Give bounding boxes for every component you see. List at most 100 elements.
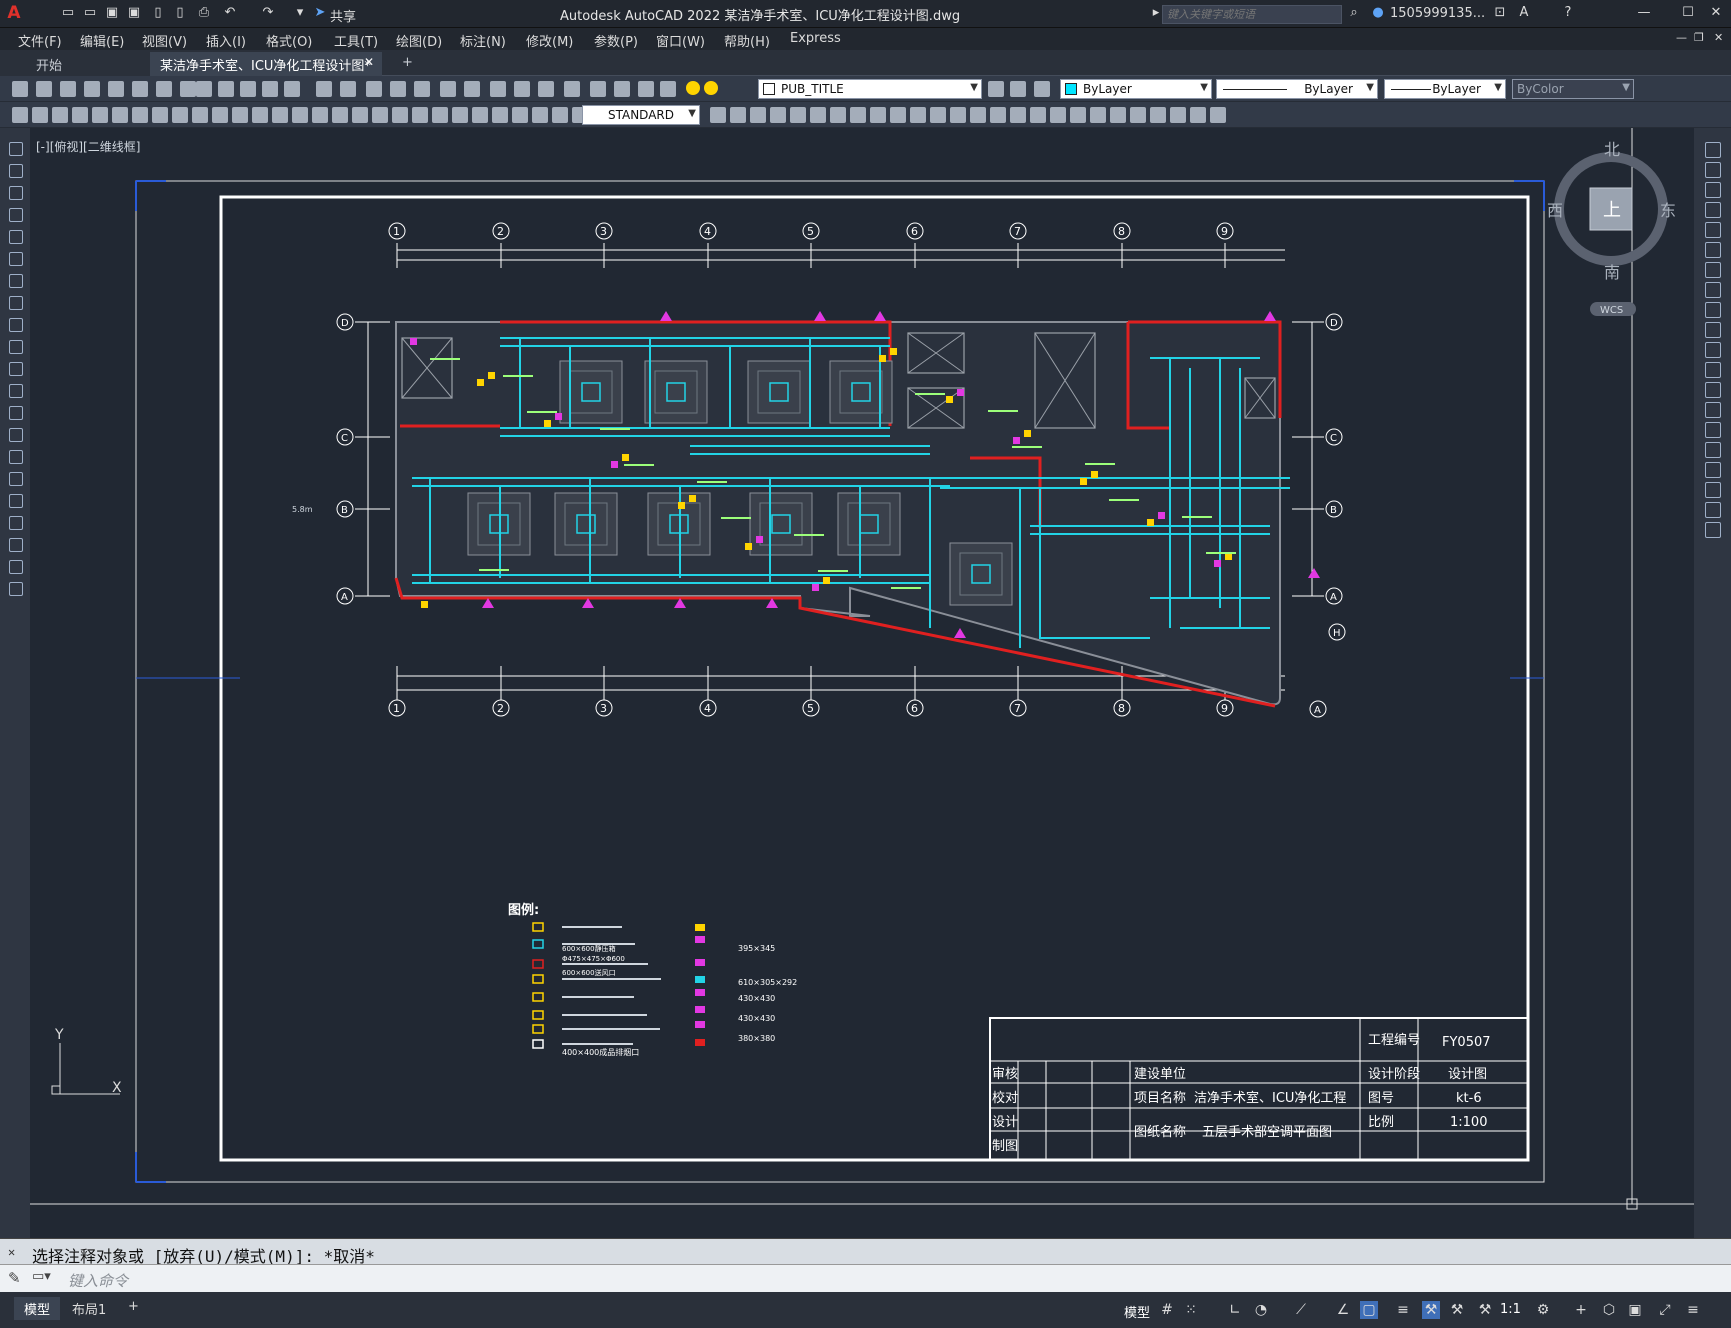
ortho-icon[interactable]: ∟ bbox=[1226, 1301, 1244, 1319]
toolbar-tool-icon[interactable] bbox=[440, 81, 456, 97]
compass-east[interactable]: 东 bbox=[1660, 201, 1676, 220]
customize-icon[interactable]: ▾ bbox=[292, 5, 308, 21]
toolbar-tool-icon[interactable] bbox=[32, 107, 48, 123]
toolbar-tool-icon[interactable] bbox=[614, 81, 630, 97]
annotation-scale[interactable]: 1:1 bbox=[1500, 1302, 1521, 1317]
toolbar-tool-icon[interactable] bbox=[590, 81, 606, 97]
modify-tool-icon[interactable] bbox=[1705, 462, 1721, 478]
tab-active-drawing[interactable]: 某洁净手术室、ICU净化工程设计图* ✕ bbox=[150, 52, 382, 76]
tab-close-icon[interactable]: ✕ bbox=[364, 55, 374, 69]
modify-tool-icon[interactable] bbox=[1705, 482, 1721, 498]
toolbar-tool-icon[interactable] bbox=[1034, 81, 1050, 97]
toolbar-tool-icon[interactable] bbox=[12, 107, 28, 123]
draw-tool-icon[interactable] bbox=[9, 274, 23, 288]
draw-tool-icon[interactable] bbox=[9, 450, 23, 464]
modify-tool-icon[interactable] bbox=[1705, 162, 1721, 178]
toolbar-tool-icon[interactable] bbox=[132, 107, 148, 123]
modify-tool-icon[interactable] bbox=[1705, 282, 1721, 298]
toolbar-tool-icon[interactable] bbox=[252, 107, 268, 123]
toolbar-tool-icon[interactable] bbox=[412, 107, 428, 123]
toolbar-tool-icon[interactable] bbox=[108, 81, 124, 97]
tab-start[interactable]: 开始 bbox=[0, 52, 150, 76]
toolbar-tool-icon[interactable] bbox=[432, 107, 448, 123]
text-style-select[interactable]: STANDARD ▼ bbox=[582, 105, 700, 125]
draw-tool-icon[interactable] bbox=[9, 318, 23, 332]
toolbar-tool-icon[interactable] bbox=[490, 81, 506, 97]
maximize-icon[interactable]: ☐ bbox=[1680, 5, 1696, 21]
snap-icon[interactable]: ⁙ bbox=[1182, 1301, 1200, 1319]
toolbar-tool-icon[interactable] bbox=[366, 81, 382, 97]
draw-tool-icon[interactable] bbox=[9, 208, 23, 222]
modify-tool-icon[interactable] bbox=[1705, 502, 1721, 518]
layout-add-icon[interactable]: + bbox=[118, 1297, 149, 1316]
toolbar-tool-icon[interactable] bbox=[930, 107, 946, 123]
search-icon[interactable]: ⌕ bbox=[1346, 5, 1362, 21]
toolbar-tool-icon[interactable] bbox=[1030, 107, 1046, 123]
draw-tool-icon[interactable] bbox=[9, 406, 23, 420]
command-line[interactable]: ✎ ▭▾ 键入命令 bbox=[0, 1264, 1731, 1292]
share-button[interactable]: 共享 bbox=[330, 6, 356, 25]
modify-tool-icon[interactable] bbox=[1705, 322, 1721, 338]
toolbar-tool-icon[interactable] bbox=[72, 107, 88, 123]
command-input[interactable]: 键入命令 bbox=[68, 1270, 128, 1291]
modify-tool-icon[interactable] bbox=[1705, 262, 1721, 278]
color-select[interactable]: ByLayer ▼ bbox=[1060, 79, 1212, 99]
isodraft-icon[interactable]: ⟋ bbox=[1292, 1301, 1310, 1319]
selection-cycling-icon[interactable]: ▢ bbox=[1360, 1301, 1378, 1319]
web-open-icon[interactable]: ▯ bbox=[150, 5, 166, 21]
compass-south[interactable]: 南 bbox=[1604, 263, 1620, 282]
toolbar-tool-icon[interactable] bbox=[990, 107, 1006, 123]
toolbar-tool-icon[interactable] bbox=[196, 81, 212, 97]
toolbar-tool-icon[interactable] bbox=[750, 107, 766, 123]
toolbar-tool-icon[interactable] bbox=[850, 107, 866, 123]
draw-tool-icon[interactable] bbox=[9, 230, 23, 244]
toolbar-tool-icon[interactable] bbox=[1170, 107, 1186, 123]
toolbar-tool-icon[interactable] bbox=[950, 107, 966, 123]
command-customize-icon[interactable]: ✎ bbox=[8, 1269, 21, 1287]
toolbar-tool-icon[interactable] bbox=[316, 81, 332, 97]
modify-tool-icon[interactable] bbox=[1705, 402, 1721, 418]
autodesk-app-icon[interactable]: A bbox=[1516, 5, 1532, 21]
viewport-controls[interactable]: [-][俯视][二维线框] bbox=[36, 138, 140, 155]
toolbar-tool-icon[interactable] bbox=[538, 81, 554, 97]
menu-draw[interactable]: 绘图(D) bbox=[396, 31, 442, 50]
toolbar-tool-icon[interactable] bbox=[1150, 107, 1166, 123]
toolbar-tool-icon[interactable] bbox=[262, 81, 278, 97]
polar-icon[interactable]: ◔ bbox=[1252, 1301, 1270, 1319]
toolbar-tool-icon[interactable] bbox=[910, 107, 926, 123]
toolbar-tool-icon[interactable] bbox=[970, 107, 986, 123]
drawing-canvas[interactable]: 1 1 2 2 3 3 4 4 5 5 6 6 7 7 8 8 9 9 D D C C B B A A H A 5.8m 图例: 600… bbox=[30, 128, 1694, 1238]
modify-tool-icon[interactable] bbox=[1705, 182, 1721, 198]
toolbar-tool-icon[interactable] bbox=[1010, 107, 1026, 123]
toolbar-tool-icon[interactable] bbox=[312, 107, 328, 123]
menu-express[interactable]: Express bbox=[790, 31, 841, 46]
menu-view[interactable]: 视图(V) bbox=[142, 31, 187, 50]
toolbar-tool-icon[interactable] bbox=[1070, 107, 1086, 123]
toolbar-tool-icon[interactable] bbox=[770, 107, 786, 123]
toolbar-tool-icon[interactable] bbox=[180, 81, 196, 97]
plotstyle-select[interactable]: ByColor ▼ bbox=[1512, 79, 1634, 99]
toolbar-tool-icon[interactable] bbox=[464, 81, 480, 97]
toolbar-tool-icon[interactable] bbox=[1010, 81, 1026, 97]
toolbar-tool-icon[interactable] bbox=[332, 107, 348, 123]
lineweight-icon[interactable]: ≡ bbox=[1394, 1301, 1412, 1319]
draw-tool-icon[interactable] bbox=[9, 516, 23, 530]
toolbar-tool-icon[interactable] bbox=[492, 107, 508, 123]
modify-tool-icon[interactable] bbox=[1705, 142, 1721, 158]
cart-icon[interactable]: ⊡ bbox=[1492, 5, 1508, 21]
customize-icon[interactable]: ≡ bbox=[1684, 1301, 1702, 1319]
toolbar-tool-icon[interactable] bbox=[152, 107, 168, 123]
autocad-logo-icon[interactable]: A bbox=[6, 5, 22, 22]
toolbar-tool-icon[interactable] bbox=[790, 107, 806, 123]
toolbar-tool-icon[interactable] bbox=[240, 81, 256, 97]
model-space-button[interactable]: 模型 bbox=[1124, 1302, 1150, 1321]
toolbar-tool-icon[interactable] bbox=[84, 81, 100, 97]
toolbar-tool-icon[interactable] bbox=[284, 81, 300, 97]
modify-tool-icon[interactable] bbox=[1705, 442, 1721, 458]
annotation-scale-icon[interactable]: ⚒ bbox=[1476, 1301, 1494, 1319]
share-icon[interactable]: ➤ bbox=[312, 5, 328, 21]
command-close-icon[interactable]: ✕ bbox=[8, 1245, 15, 1259]
draw-tool-icon[interactable] bbox=[9, 538, 23, 552]
auto-scale-icon[interactable]: ⚒ bbox=[1448, 1301, 1466, 1319]
toolbar-tool-icon[interactable] bbox=[830, 107, 846, 123]
